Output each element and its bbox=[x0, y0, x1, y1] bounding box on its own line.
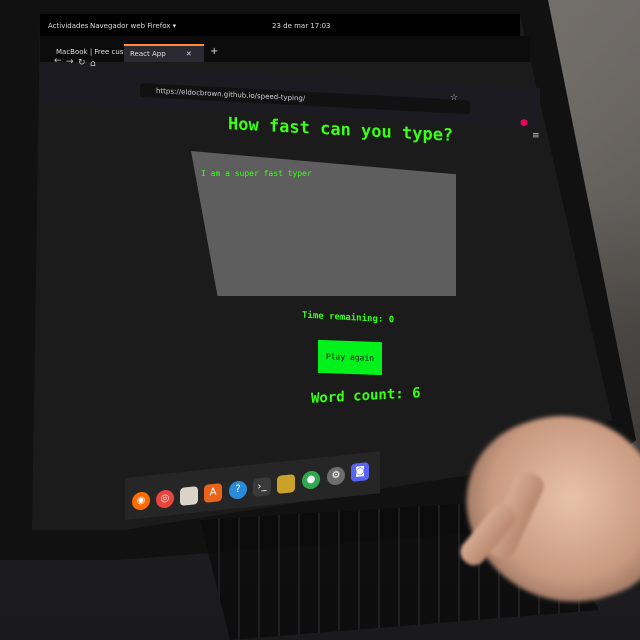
home-icon[interactable]: ⌂ bbox=[90, 59, 96, 69]
reload-icon[interactable]: ↻ bbox=[78, 58, 86, 68]
system-top-bar: Actividades Navegador web Firefox ▾ 23 d… bbox=[40, 14, 520, 36]
play-again-button[interactable]: Play again bbox=[318, 339, 382, 376]
activities-button[interactable]: Actividades bbox=[48, 22, 88, 30]
clock[interactable]: 23 de mar 17:03 bbox=[272, 22, 331, 30]
terminal-icon[interactable]: ›_ bbox=[253, 477, 271, 497]
discord-icon[interactable]: ◙ bbox=[351, 462, 369, 482]
close-icon[interactable]: ✕ bbox=[186, 50, 192, 58]
menu-icon[interactable]: ≡ bbox=[532, 131, 540, 141]
files-icon[interactable] bbox=[180, 486, 198, 506]
tab-react-app[interactable]: React App ✕ bbox=[124, 44, 204, 62]
archive-icon[interactable] bbox=[277, 474, 295, 494]
extension-icon[interactable]: ● bbox=[520, 118, 528, 128]
forward-arrow-icon[interactable]: → bbox=[66, 57, 74, 67]
bookmark-star-icon[interactable]: ☆ bbox=[450, 93, 458, 103]
software-center-icon[interactable]: A bbox=[204, 483, 222, 503]
tab-label: React App bbox=[130, 50, 166, 58]
typing-textarea[interactable] bbox=[191, 151, 456, 296]
back-arrow-icon[interactable]: ← bbox=[54, 56, 62, 66]
new-tab-button[interactable]: + bbox=[204, 44, 224, 62]
laptop: Actividades Navegador web Firefox ▾ 23 d… bbox=[0, 0, 640, 640]
app-menu[interactable]: Navegador web Firefox ▾ bbox=[90, 22, 176, 30]
